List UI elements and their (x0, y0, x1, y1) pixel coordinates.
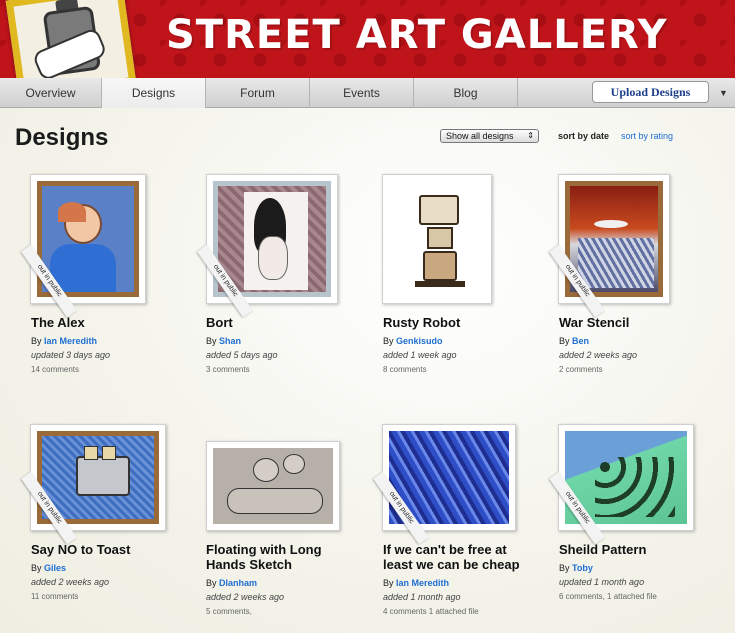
chevron-down-icon[interactable]: ▼ (712, 78, 735, 108)
design-author-line: By Ben (559, 336, 590, 346)
design-title[interactable]: War Stencil (559, 315, 709, 330)
design-date: added 5 days ago (206, 350, 278, 360)
design-comments[interactable]: 5 comments, (206, 607, 252, 616)
sort-by-rating-link[interactable]: sort by rating (621, 131, 673, 141)
design-thumbnail[interactable] (206, 441, 340, 531)
design-comments[interactable]: 11 comments (31, 592, 78, 601)
design-date: added 1 week ago (383, 350, 457, 360)
design-comments[interactable]: 4 comments 1 attached file (383, 607, 479, 616)
design-title[interactable]: Say NO to Toast (31, 542, 181, 557)
author-link[interactable]: Dlanham (219, 578, 257, 588)
design-title[interactable]: Bort (206, 315, 356, 330)
site-logo[interactable] (5, 0, 137, 78)
nav-overview[interactable]: Overview (0, 78, 102, 108)
sort-by-date[interactable]: sort by date (558, 131, 609, 141)
design-thumbnail[interactable]: out in public (21, 424, 166, 545)
author-link[interactable]: Ian Meredith (396, 578, 449, 588)
upload-designs-button[interactable]: Upload Designs (592, 81, 709, 103)
author-link[interactable]: Giles (44, 563, 66, 573)
design-date: updated 3 days ago (31, 350, 111, 360)
design-author-line: By Shan (206, 336, 242, 346)
author-link[interactable]: Ian Meredith (44, 336, 97, 346)
design-author-line: By Ian Meredith (383, 578, 450, 588)
design-thumbnail[interactable]: out in public (549, 424, 694, 545)
design-title[interactable]: Floating with Long Hands Sketch (206, 542, 356, 572)
nav-blog[interactable]: Blog (414, 78, 518, 108)
design-comments[interactable]: 6 comments, 1 attached file (559, 592, 657, 601)
nav-forum[interactable]: Forum (206, 78, 310, 108)
design-comments[interactable]: 3 comments (206, 365, 250, 374)
design-title[interactable]: The Alex (31, 315, 181, 330)
design-date: added 2 weeks ago (206, 592, 285, 602)
author-link[interactable]: Ben (572, 336, 589, 346)
main-nav: Overview Designs Forum Events Blog Uploa… (0, 78, 735, 108)
design-thumbnail[interactable]: out in public (373, 424, 516, 545)
select-arrows-icon: ⇕ (527, 131, 534, 140)
site-title[interactable]: STREET ART GALLERY (166, 12, 668, 58)
filter-value: Show all designs (446, 131, 514, 141)
site-header: STREET ART GALLERY (0, 0, 735, 78)
design-author-line: By Toby (559, 563, 593, 573)
main-content: Designs Show all designs ⇕ sort by date … (0, 108, 735, 633)
design-thumbnail[interactable] (382, 174, 492, 304)
design-thumbnail[interactable]: out in public (549, 174, 670, 318)
design-author-line: By Giles (31, 563, 67, 573)
design-title[interactable]: Sheild Pattern (559, 542, 709, 557)
page-title: Designs (15, 124, 109, 151)
design-date: updated 1 month ago (559, 577, 645, 587)
design-comments[interactable]: 14 comments (31, 365, 79, 374)
design-date: added 2 weeks ago (31, 577, 110, 587)
author-link[interactable]: Shan (219, 336, 241, 346)
design-title[interactable]: Rusty Robot (383, 315, 533, 330)
design-date: added 2 weeks ago (559, 350, 638, 360)
author-link[interactable]: Toby (572, 563, 593, 573)
design-thumbnail[interactable]: out in public (21, 174, 146, 318)
design-date: added 1 month ago (383, 592, 461, 602)
design-thumbnail[interactable]: out in public (197, 174, 338, 318)
author-link[interactable]: Genkisudo (396, 336, 443, 346)
design-author-line: By Dlanham (206, 578, 258, 588)
design-filter-select[interactable]: Show all designs ⇕ (440, 129, 539, 143)
design-title[interactable]: If we can't be free at least we can be c… (383, 542, 533, 572)
nav-events[interactable]: Events (310, 78, 414, 108)
design-author-line: By Genkisudo (383, 336, 443, 346)
design-author-line: By Ian Meredith (31, 336, 98, 346)
design-comments[interactable]: 2 comments (559, 365, 603, 374)
nav-designs[interactable]: Designs (102, 78, 206, 108)
design-comments[interactable]: 8 comments (383, 365, 427, 374)
